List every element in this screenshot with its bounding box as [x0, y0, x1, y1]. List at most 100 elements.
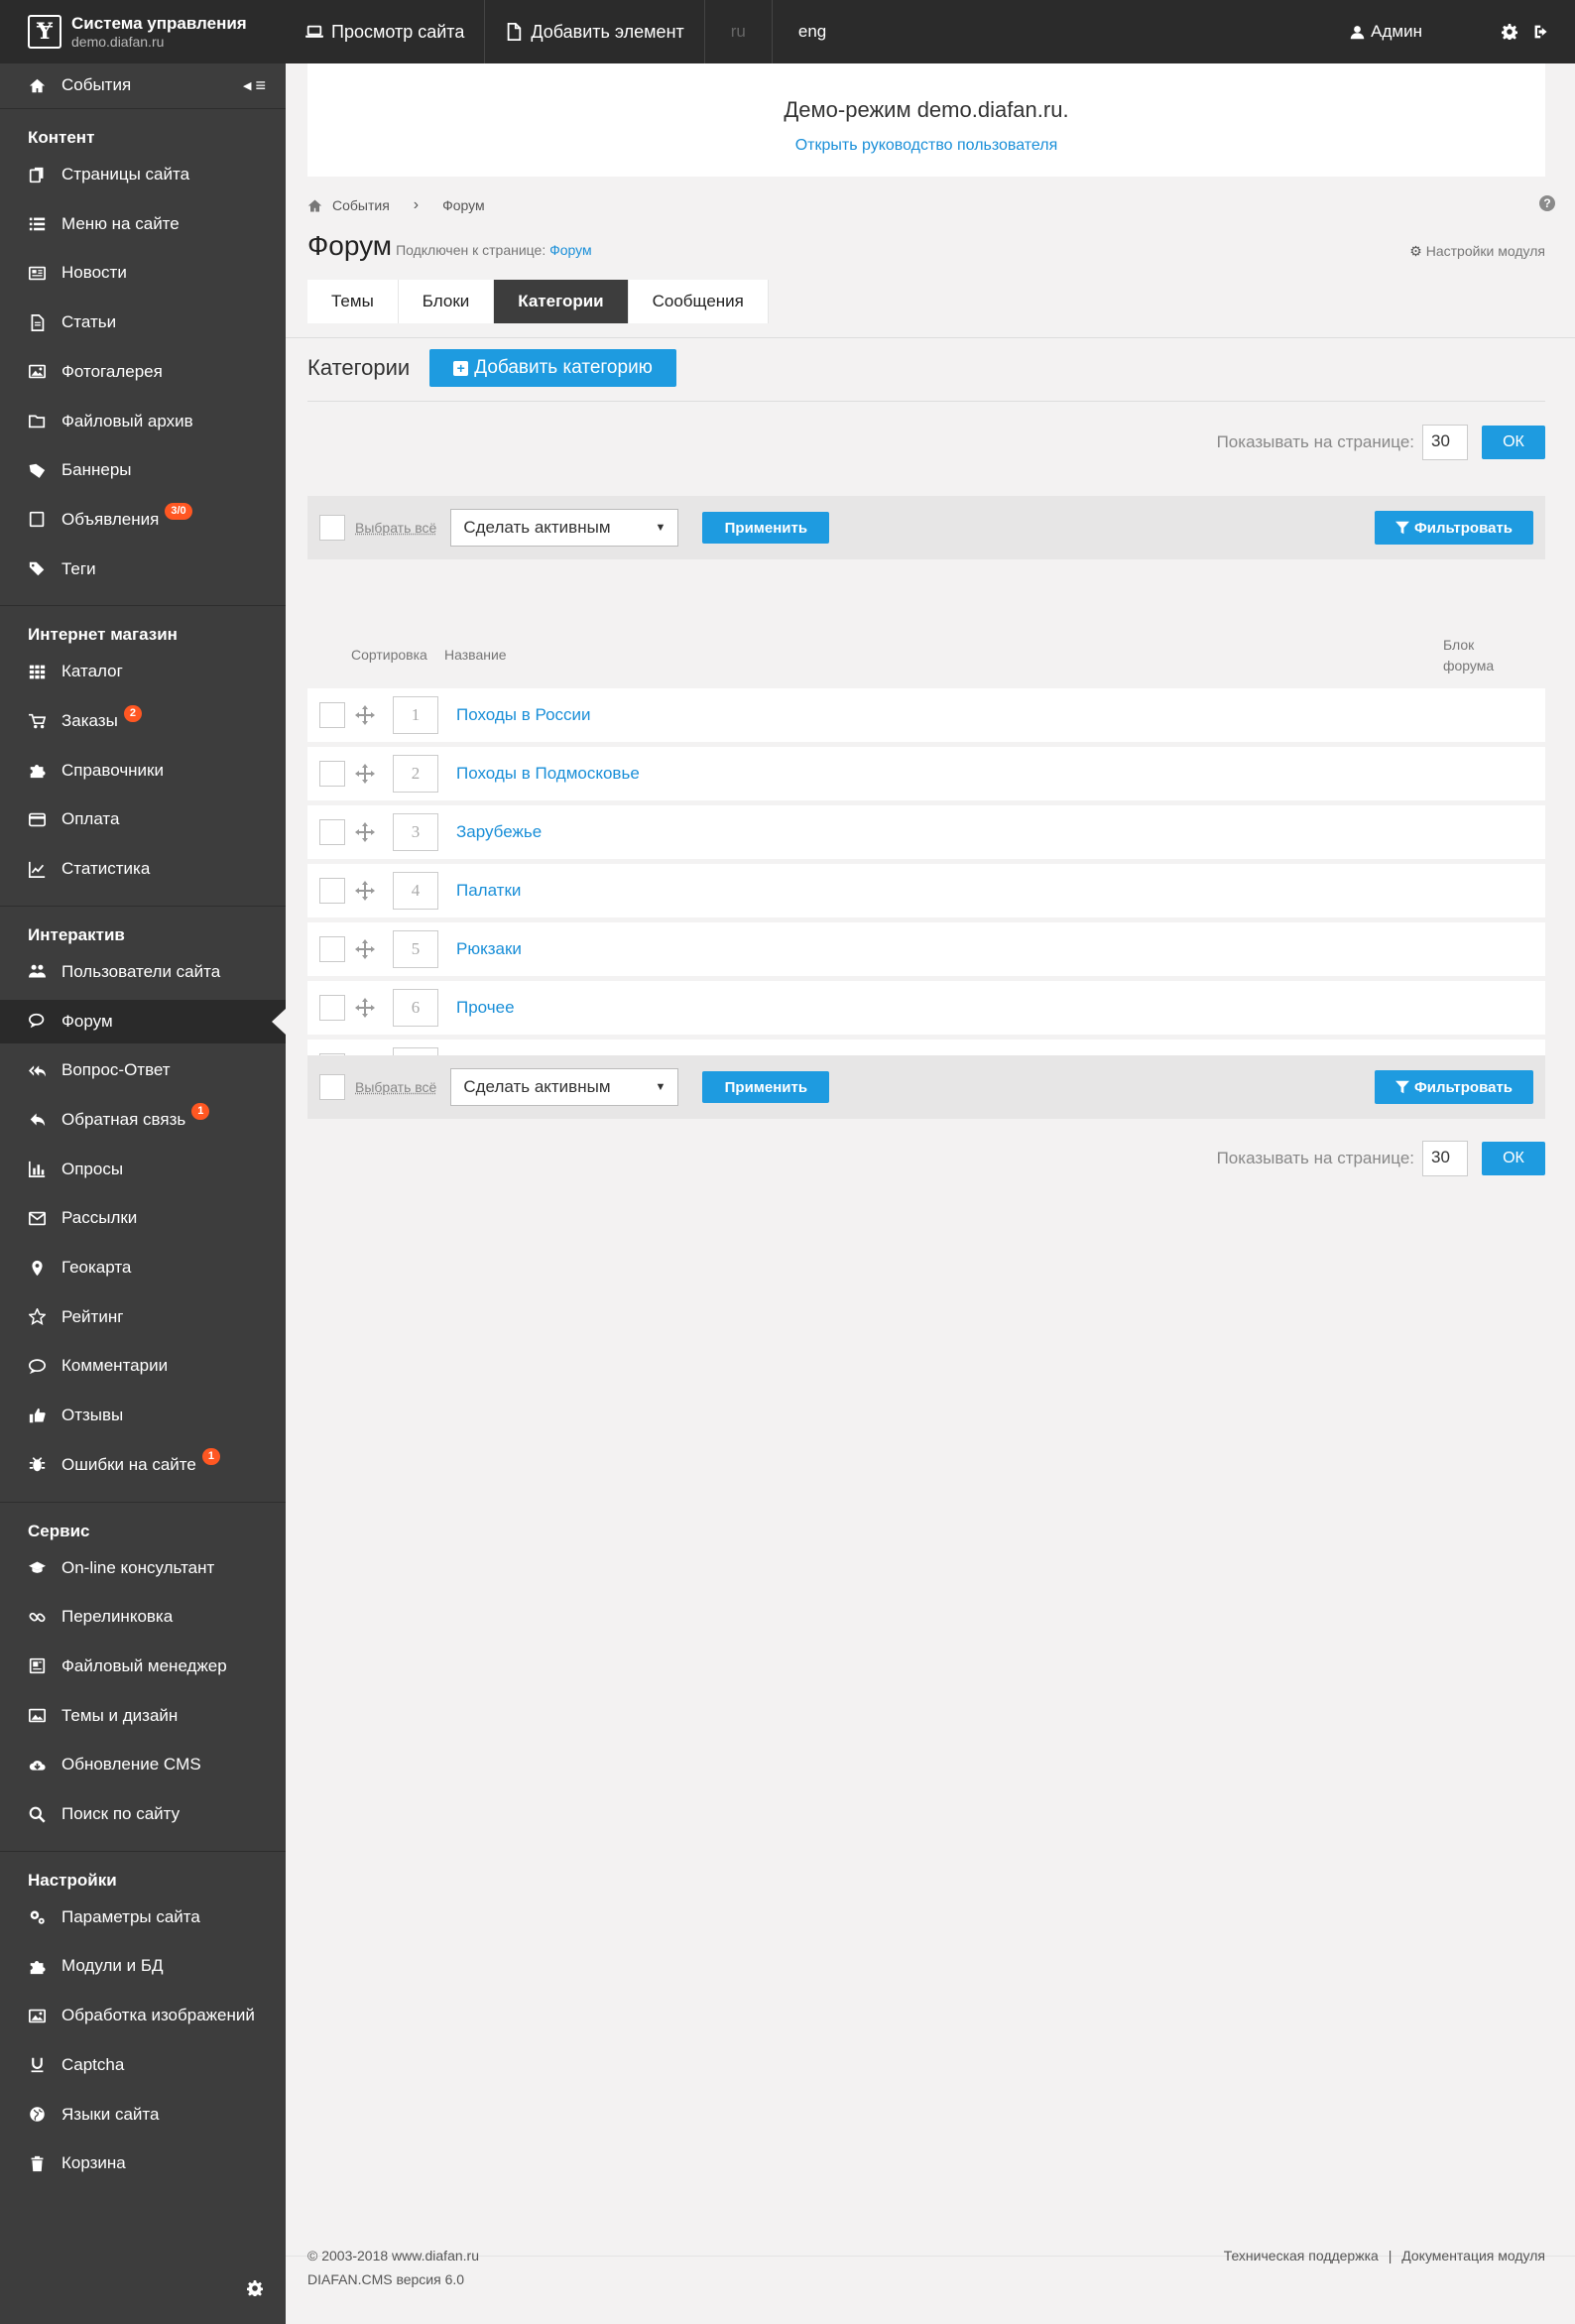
sort-input[interactable]: 5: [393, 930, 438, 968]
row-checkbox[interactable]: [319, 878, 345, 904]
filter-button[interactable]: Фильтровать: [1375, 511, 1533, 545]
select-all-link[interactable]: Выбрать всё: [355, 1079, 436, 1095]
sidebar-item-article[interactable]: Статьи: [0, 301, 286, 344]
tab-3[interactable]: Категории: [494, 280, 629, 323]
sidebar-item-reply[interactable]: Обратная связь 1: [0, 1098, 286, 1142]
sidebar-item-map-marker[interactable]: Геокарта: [0, 1246, 286, 1289]
sidebar-item-cloud-download[interactable]: Обновление CMS: [0, 1743, 286, 1786]
sort-input[interactable]: 2: [393, 755, 438, 793]
tab-1[interactable]: Темы: [307, 280, 399, 323]
sidebar-item-pages[interactable]: Страницы сайта: [0, 153, 286, 196]
sidebar-item-cogs[interactable]: Параметры сайта: [0, 1896, 286, 1939]
select-all-checkbox[interactable]: [319, 1074, 345, 1100]
sidebar-item-folder[interactable]: Файловый архив: [0, 400, 286, 443]
sidebar-item-star[interactable]: Рейтинг: [0, 1295, 286, 1339]
collapse-sidebar-button[interactable]: ◀ ≡: [243, 63, 266, 107]
action-select[interactable]: Сделать активным ▼: [450, 1068, 679, 1106]
category-link[interactable]: Зарубежье: [456, 822, 542, 842]
sidebar-item-menu-list[interactable]: Меню на сайте: [0, 202, 286, 246]
sidebar-item-credit-card[interactable]: Оплата: [0, 797, 286, 841]
sidebar-item-banner[interactable]: Баннеры: [0, 448, 286, 492]
row-checkbox[interactable]: [319, 819, 345, 845]
support-link[interactable]: Техническая поддержка: [1224, 2248, 1379, 2263]
sidebar-item-link[interactable]: Перелинковка: [0, 1595, 286, 1639]
move-icon[interactable]: [355, 998, 375, 1018]
sidebar-settings-button[interactable]: [244, 2277, 266, 2299]
sidebar-item-cart[interactable]: Заказы 2: [0, 699, 286, 743]
brand[interactable]: Ɏ Система управления demo.diafan.ru: [0, 0, 286, 63]
select-all-checkbox[interactable]: [319, 515, 345, 541]
sidebar-item-chart-line[interactable]: Статистика: [0, 847, 286, 891]
category-link[interactable]: Походы в Подмосковье: [456, 764, 640, 784]
user-guide-link[interactable]: Открыть руководство пользователя: [307, 137, 1545, 155]
help-icon[interactable]: ?: [1539, 195, 1555, 211]
category-link[interactable]: Рюкзаки: [456, 939, 522, 959]
row-checkbox[interactable]: [319, 936, 345, 962]
tab-4[interactable]: Сообщения: [629, 280, 769, 323]
row-checkbox[interactable]: [319, 702, 345, 728]
sidebar-item-tags[interactable]: Теги: [0, 548, 286, 591]
sidebar-item-image[interactable]: Фотогалерея: [0, 350, 286, 394]
sidebar-item-trash[interactable]: Корзина: [0, 2141, 286, 2185]
filter-button[interactable]: Фильтровать: [1375, 1070, 1533, 1104]
apply-button[interactable]: Применить: [702, 1071, 830, 1103]
module-settings-link[interactable]: ⚙ Настройки модуля: [1409, 243, 1545, 260]
sidebar-item-comments[interactable]: Форум: [0, 999, 286, 1043]
category-link[interactable]: Палатки: [456, 881, 521, 901]
sidebar-item-news[interactable]: Новости: [0, 251, 286, 295]
sidebar-item-reply-all[interactable]: Вопрос-Ответ: [0, 1048, 286, 1092]
view-site-button[interactable]: Просмотр сайта: [286, 0, 486, 63]
sidebar-item-thumbs-up[interactable]: Отзывы: [0, 1394, 286, 1437]
per-page-ok-button[interactable]: ОК: [1482, 426, 1545, 459]
category-link[interactable]: Прочее: [456, 998, 515, 1018]
select-all-link[interactable]: Выбрать всё: [355, 520, 436, 536]
page-subtitle-link[interactable]: Форум: [549, 242, 592, 258]
sidebar-item-bug[interactable]: Ошибки на сайте 1: [0, 1443, 286, 1487]
settings-button[interactable]: [1492, 0, 1527, 63]
sidebar-item-image-edit[interactable]: Обработка изображений: [0, 1994, 286, 2037]
move-icon[interactable]: [355, 881, 375, 901]
sidebar-item-users[interactable]: Пользователи сайта: [0, 950, 286, 994]
sidebar-item-puzzle[interactable]: Модули и БД: [0, 1944, 286, 1988]
per-page-ok-button[interactable]: ОК: [1482, 1142, 1545, 1175]
row-checkbox[interactable]: [319, 761, 345, 787]
sidebar-item-comment[interactable]: Комментарии: [0, 1344, 286, 1388]
sidebar-item-search[interactable]: Поиск по сайту: [0, 1792, 286, 1836]
sidebar-item-globe[interactable]: Языки сайта: [0, 2093, 286, 2137]
move-icon[interactable]: [355, 705, 375, 725]
tab-2[interactable]: Блоки: [399, 280, 495, 323]
sidebar-item-theme[interactable]: Темы и дизайн: [0, 1694, 286, 1738]
sort-input[interactable]: 3: [393, 813, 438, 851]
move-icon[interactable]: [355, 939, 375, 959]
sidebar-item-events[interactable]: События ◀ ≡: [0, 63, 286, 107]
sort-input[interactable]: 6: [393, 989, 438, 1027]
sort-input[interactable]: 1: [393, 696, 438, 734]
sidebar-item-envelope[interactable]: Рассылки: [0, 1196, 286, 1240]
sidebar-item-grid[interactable]: Каталог: [0, 650, 286, 693]
docs-link[interactable]: Документация модуля: [1401, 2248, 1545, 2263]
main-content: Демо-режим demo.diafan.ru. Открыть руков…: [286, 63, 1575, 2324]
logout-button[interactable]: [1527, 0, 1575, 63]
sidebar-item-file-manager[interactable]: Файловый менеджер: [0, 1645, 286, 1688]
sort-input[interactable]: 4: [393, 872, 438, 910]
apply-button[interactable]: Применить: [702, 512, 830, 544]
sidebar-item-graduation-cap[interactable]: On-line консультант: [0, 1546, 286, 1590]
sidebar-item-underline[interactable]: Captcha: [0, 2043, 286, 2087]
per-page-input[interactable]: 30: [1422, 1141, 1468, 1176]
move-icon[interactable]: [355, 764, 375, 784]
row-checkbox[interactable]: [319, 995, 345, 1021]
lang-ru-link[interactable]: ru: [705, 0, 773, 63]
add-element-button[interactable]: Добавить элемент: [485, 0, 705, 63]
breadcrumb-home[interactable]: События: [332, 197, 390, 213]
add-category-button[interactable]: + Добавить категорию: [429, 349, 676, 387]
sidebar-item-bar-chart[interactable]: Опросы: [0, 1148, 286, 1191]
category-link[interactable]: Походы в России: [456, 705, 591, 725]
demo-notice: Демо-режим demo.diafan.ru. Открыть руков…: [307, 63, 1545, 177]
move-icon[interactable]: [355, 822, 375, 842]
action-select[interactable]: Сделать активным ▼: [450, 509, 679, 547]
sidebar-item-puzzle[interactable]: Справочники: [0, 749, 286, 793]
sidebar-item-ads[interactable]: Объявления 3/0: [0, 498, 286, 542]
lang-eng-link[interactable]: eng: [773, 0, 852, 63]
user-menu[interactable]: Админ: [1330, 0, 1492, 63]
per-page-input[interactable]: 30: [1422, 425, 1468, 460]
